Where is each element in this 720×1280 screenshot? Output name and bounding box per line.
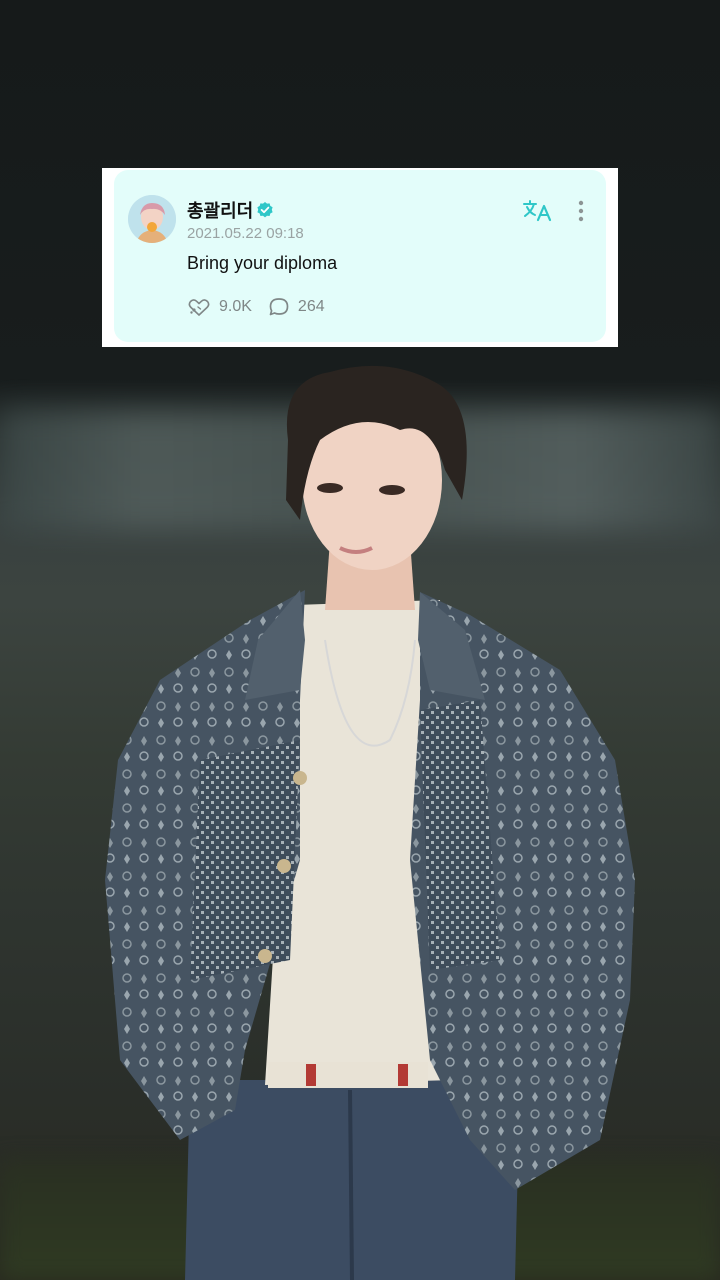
translate-icon (523, 200, 552, 222)
post-stats: 9.0K 264 (187, 297, 341, 317)
author-row: 총괄리더 (187, 197, 274, 223)
comment-count: 264 (297, 298, 325, 315)
post-card[interactable]: 총괄리더 2021.05.22 09:18 Bring your diploma… (114, 170, 606, 342)
comment-bubble-icon (269, 298, 289, 316)
more-vertical-icon (578, 200, 584, 222)
more-options-button[interactable] (574, 198, 588, 224)
verified-badge-icon (257, 202, 273, 218)
post-timestamp: 2021.05.22 09:18 (187, 225, 304, 242)
avatar-image (128, 195, 176, 243)
author-name[interactable]: 총괄리더 (187, 197, 253, 223)
translate-button[interactable] (522, 198, 554, 224)
like-stat[interactable]: 9.0K (187, 297, 252, 317)
post-text: Bring your diploma (187, 253, 338, 273)
comment-stat[interactable]: 264 (268, 297, 325, 317)
like-count: 9.0K (219, 298, 252, 315)
post-card-frame: 총괄리더 2021.05.22 09:18 Bring your diploma… (102, 168, 618, 347)
avatar[interactable] (128, 195, 176, 243)
heart-paw-icon (188, 299, 210, 316)
